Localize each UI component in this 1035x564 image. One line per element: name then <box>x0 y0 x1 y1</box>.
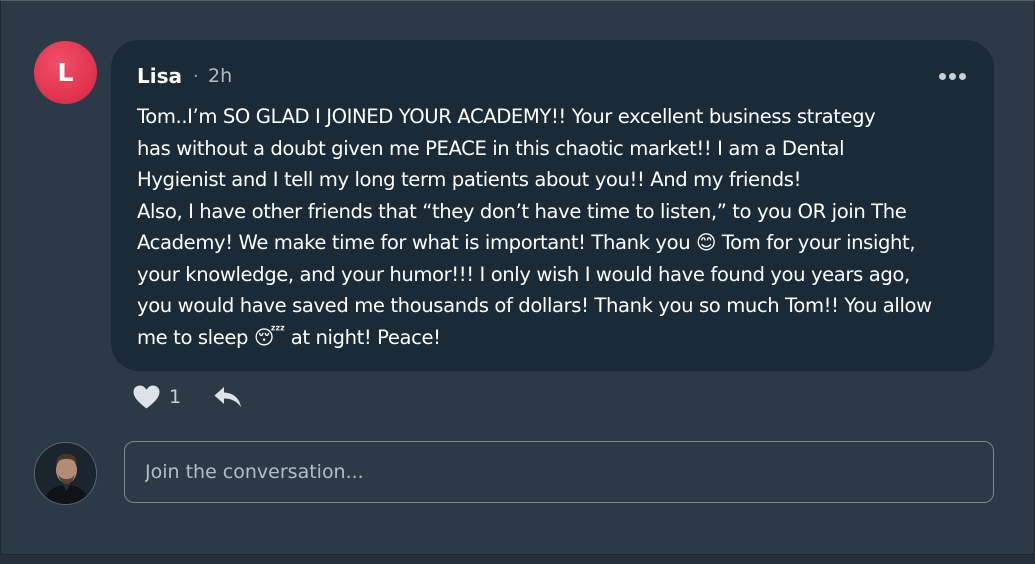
like-count: 1 <box>169 386 182 408</box>
menu-dot <box>959 73 966 80</box>
reply-icon[interactable] <box>213 385 243 409</box>
panel-bottom-edge <box>0 555 1035 564</box>
author-avatar-letter: L <box>57 58 74 87</box>
more-options-icon[interactable] <box>939 73 966 80</box>
comment-text: Tom..I’m SO GLAD I JOINED YOUR ACADEMY!!… <box>137 105 932 349</box>
user-photo <box>35 443 96 504</box>
menu-dot <box>939 73 946 80</box>
comment-bubble: Lisa · 2h Tom..I’m SO GLAD I JOINED YOUR… <box>111 40 994 371</box>
comment-input[interactable] <box>124 441 994 503</box>
comment-actions: 1 <box>132 384 243 410</box>
author-name[interactable]: Lisa <box>137 64 182 88</box>
post-time: 2h <box>208 65 233 87</box>
heart-icon[interactable] <box>132 384 161 410</box>
current-user-avatar[interactable] <box>34 442 97 505</box>
author-avatar[interactable]: L <box>34 41 97 104</box>
menu-dot <box>949 73 956 80</box>
meta-separator: · <box>193 66 199 87</box>
